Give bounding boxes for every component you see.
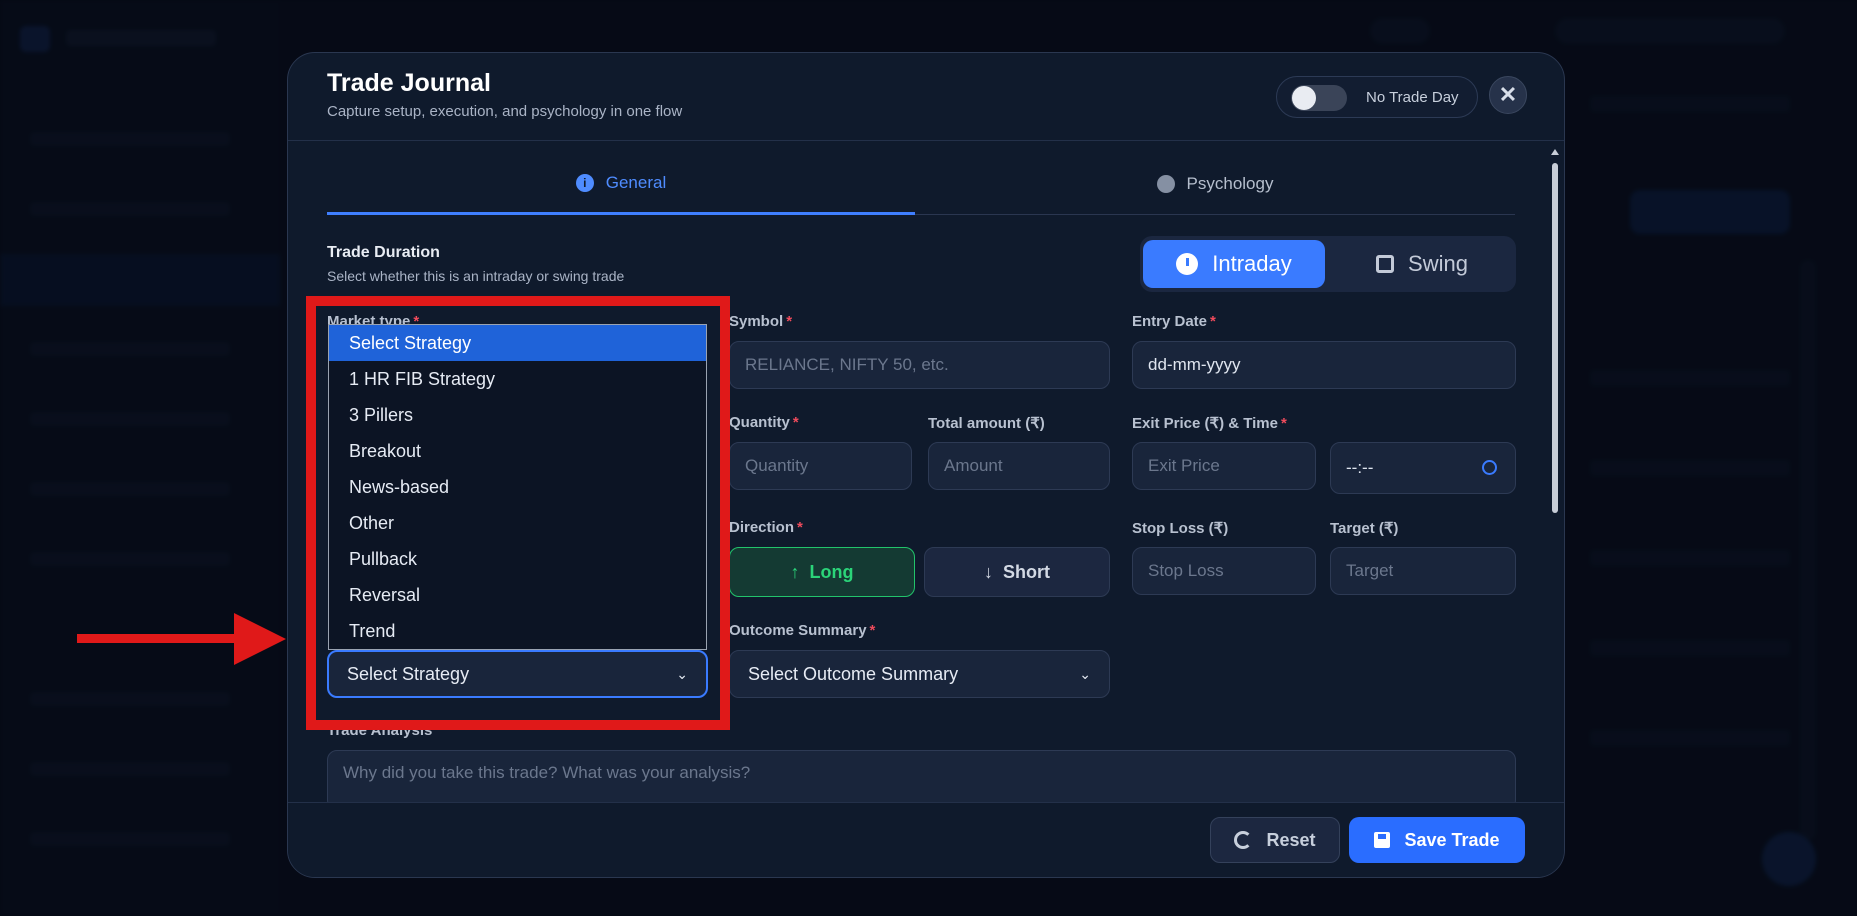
modal-title: Trade Journal bbox=[327, 69, 491, 97]
target-input[interactable]: Target bbox=[1330, 547, 1516, 595]
exit-price-time-label: Exit Price (₹) & Time * bbox=[1132, 415, 1287, 432]
tab-general[interactable]: i General bbox=[327, 153, 915, 215]
brain-icon bbox=[1156, 174, 1175, 193]
arrow-down-icon: ↓ bbox=[984, 561, 993, 582]
reset-button[interactable]: Reset bbox=[1210, 817, 1340, 863]
arrow-up-icon: ↑ bbox=[790, 561, 800, 582]
no-trade-day-toggle[interactable]: No Trade Day bbox=[1276, 76, 1478, 118]
total-amount-input[interactable]: Amount bbox=[928, 442, 1110, 490]
swing-button[interactable]: Swing bbox=[1332, 240, 1512, 288]
outcome-summary-value: Select Outcome Summary bbox=[748, 663, 959, 684]
annotation-arrow-icon bbox=[234, 613, 286, 665]
modal-header: Trade Journal Capture setup, execution, … bbox=[288, 53, 1564, 141]
reset-icon bbox=[1234, 831, 1253, 849]
tab-general-label: General bbox=[605, 172, 667, 192]
intraday-label: Intraday bbox=[1212, 251, 1292, 276]
annotation-highlight-box bbox=[306, 296, 730, 730]
duration-toggle: Intraday Swing bbox=[1140, 236, 1516, 292]
stop-loss-input[interactable]: Stop Loss bbox=[1132, 547, 1316, 595]
total-amount-label: Total amount (₹) bbox=[928, 415, 1045, 432]
chevron-down-icon: ⌄ bbox=[1079, 665, 1091, 682]
clock-icon bbox=[1176, 253, 1199, 275]
trade-duration-title: Trade Duration bbox=[327, 244, 440, 261]
modal-scrollbar[interactable] bbox=[1551, 149, 1560, 851]
exit-time-value: --:-- bbox=[1346, 458, 1374, 477]
tab-psychology[interactable]: Psychology bbox=[915, 153, 1515, 215]
long-label: Long bbox=[809, 561, 854, 582]
scroll-up-arrow[interactable] bbox=[1551, 149, 1559, 155]
clock-icon[interactable] bbox=[1482, 460, 1497, 475]
quantity-input[interactable]: Quantity bbox=[729, 442, 912, 490]
entry-date-label: Entry Date * bbox=[1132, 313, 1216, 330]
stop-loss-label: Stop Loss (₹) bbox=[1132, 520, 1229, 537]
outcome-summary-select[interactable]: Select Outcome Summary ⌄ bbox=[729, 650, 1110, 698]
save-trade-label: Save Trade bbox=[1404, 829, 1500, 850]
info-icon: i bbox=[575, 173, 594, 192]
outcome-summary-label: Outcome Summary * bbox=[729, 622, 876, 639]
annotation-arrow-shaft bbox=[77, 634, 243, 643]
swing-label: Swing bbox=[1408, 251, 1468, 276]
trade-duration-subtitle: Select whether this is an intraday or sw… bbox=[327, 268, 625, 284]
short-button[interactable]: ↓ Short bbox=[924, 547, 1110, 597]
exit-time-input[interactable]: --:-- bbox=[1330, 442, 1516, 494]
target-label: Target (₹) bbox=[1330, 520, 1399, 537]
entry-date-input[interactable]: dd-mm-yyyy bbox=[1132, 341, 1516, 389]
long-button[interactable]: ↑ Long bbox=[729, 547, 915, 597]
exit-price-input[interactable]: Exit Price bbox=[1132, 442, 1316, 490]
save-icon bbox=[1374, 832, 1391, 848]
symbol-input[interactable]: RELIANCE, NIFTY 50, etc. bbox=[729, 341, 1110, 389]
close-icon[interactable]: ✕ bbox=[1489, 76, 1527, 114]
tab-psychology-label: Psychology bbox=[1186, 173, 1274, 193]
short-label: Short bbox=[1003, 561, 1050, 582]
no-trade-day-label: No Trade Day bbox=[1366, 89, 1459, 106]
calendar-icon bbox=[1376, 255, 1395, 273]
reset-label: Reset bbox=[1266, 829, 1316, 850]
intraday-button[interactable]: Intraday bbox=[1143, 240, 1325, 288]
toggle-switch[interactable] bbox=[1291, 85, 1347, 111]
modal-subtitle: Capture setup, execution, and psychology… bbox=[327, 103, 683, 120]
toggle-knob bbox=[1292, 86, 1316, 110]
scroll-thumb[interactable] bbox=[1552, 163, 1558, 513]
trade-analysis-textarea[interactable]: Why did you take this trade? What was yo… bbox=[327, 750, 1516, 810]
direction-label: Direction * bbox=[729, 519, 803, 536]
save-trade-button[interactable]: Save Trade bbox=[1349, 817, 1525, 863]
quantity-label: Quantity * bbox=[729, 414, 799, 431]
symbol-label: Symbol * bbox=[729, 313, 793, 330]
